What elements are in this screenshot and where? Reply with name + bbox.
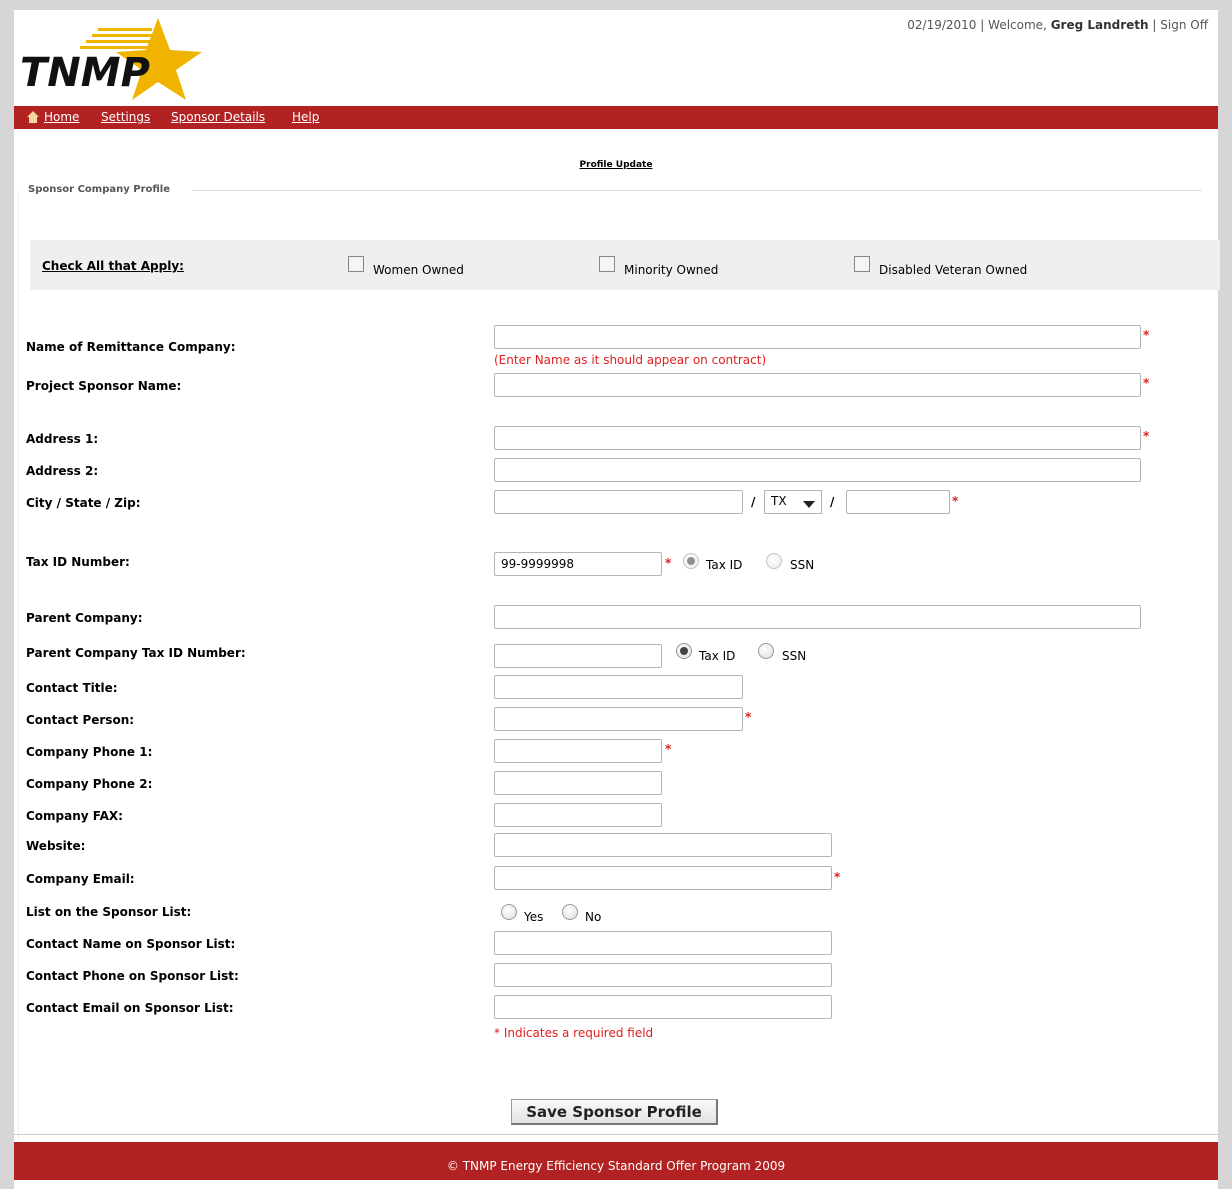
city-input[interactable] [494,490,743,514]
parent-company-input[interactable] [494,605,1141,629]
remittance-company-input[interactable] [494,325,1141,349]
tax-id-radio-ssn[interactable] [766,553,782,569]
required-marker: * [745,710,752,724]
required-marker: * [952,494,959,508]
tax-id-radio-taxid-label: Tax ID [706,558,743,572]
tax-id-label: Tax ID Number: [26,555,130,569]
fieldset-legend: Sponsor Company Profile [28,184,170,195]
phone1-input[interactable] [494,739,662,763]
project-sponsor-name-input[interactable] [494,373,1141,397]
contact-phone-list-input[interactable] [494,963,832,987]
tax-id-radio-taxid[interactable] [683,553,699,569]
address1-input[interactable] [494,426,1141,450]
svg-text:TNMP: TNMP [20,50,150,96]
contact-title-input[interactable] [494,675,743,699]
fieldset-border-left [18,190,19,1140]
city-state-zip-label: City / State / Zip: [26,496,141,510]
required-field-note: * Indicates a required field [494,1026,654,1040]
women-owned-label: Women Owned [373,263,464,277]
company-email-label: Company Email: [26,872,135,886]
page-container: TNMP 02/19/2010 | Welcome, Greg Landreth… [14,10,1220,1189]
separator: / [830,495,835,509]
zip-input[interactable] [846,490,950,514]
project-sponsor-name-label: Project Sponsor Name: [26,379,182,393]
contact-person-input[interactable] [494,707,743,731]
minority-owned-label: Minority Owned [624,263,719,277]
separator: / [751,495,756,509]
women-owned-checkbox[interactable] [348,256,364,272]
contact-person-label: Contact Person: [26,713,135,727]
required-marker: * [1143,376,1150,390]
nav-sponsor-details[interactable]: Sponsor Details [171,110,265,124]
company-email-input[interactable] [494,866,832,890]
current-date: 02/19/2010 [907,18,977,32]
fax-input[interactable] [494,803,662,827]
remittance-company-hint: (Enter Name as it should appear on contr… [494,353,767,367]
required-marker: * [665,556,672,570]
welcome-text: Welcome, [988,18,1047,32]
nav-help[interactable]: Help [292,110,319,124]
sign-off-link[interactable]: Sign Off [1160,18,1208,32]
required-marker: * [834,870,841,884]
list-on-sponsor-no-label: No [585,910,602,924]
user-info-bar: 02/19/2010 | Welcome, Greg Landreth | Si… [907,18,1208,32]
phone2-label: Company Phone 2: [26,777,153,791]
chevron-down-icon [803,501,815,508]
address2-label: Address 2: [26,464,99,478]
parent-company-label: Parent Company: [26,611,143,625]
list-on-sponsor-yes-label: Yes [524,910,544,924]
minority-owned-checkbox[interactable] [599,256,615,272]
tax-id-radio-ssn-label: SSN [790,558,815,572]
parent-tax-id-radio-ssn[interactable] [758,643,774,659]
nav-settings[interactable]: Settings [101,110,150,124]
parent-tax-id-label: Parent Company Tax ID Number: [26,646,246,660]
contact-name-list-input[interactable] [494,931,832,955]
footer-copyright: © TNMP Energy Efficiency Standard Offer … [446,1159,786,1173]
list-on-sponsor-yes-radio[interactable] [501,904,517,920]
contact-email-list-input[interactable] [494,995,832,1019]
tax-id-input[interactable] [494,552,662,576]
parent-tax-id-radio-taxid[interactable] [676,643,692,659]
user-name: Greg Landreth [1050,18,1149,32]
ownership-title: Check All that Apply: [42,259,184,273]
footer-divider [14,1134,1218,1135]
tnmp-logo: TNMP [18,16,204,100]
fax-label: Company FAX: [26,809,123,823]
required-marker: * [665,742,672,756]
contact-title-label: Contact Title: [26,681,118,695]
home-icon [26,110,40,127]
contact-name-list-label: Contact Name on Sponsor List: [26,937,236,951]
state-selected-value: TX [771,494,787,508]
separator: | [980,18,985,32]
phone2-input[interactable] [494,771,662,795]
remittance-company-label: Name of Remittance Company: [26,340,236,354]
disabled-veteran-owned-label: Disabled Veteran Owned [879,263,1028,277]
save-sponsor-profile-button[interactable]: Save Sponsor Profile [511,1099,718,1125]
main-nav-bar: Home Settings Sponsor Details Help [14,106,1218,129]
separator: | [1152,18,1157,32]
required-marker: * [1143,328,1150,342]
footer-bar: © TNMP Energy Efficiency Standard Offer … [14,1142,1218,1180]
fieldset-border [192,190,1202,191]
parent-tax-id-input[interactable] [494,644,662,668]
disabled-veteran-owned-checkbox[interactable] [854,256,870,272]
parent-tax-id-radio-taxid-label: Tax ID [699,649,736,663]
nav-home[interactable]: Home [44,110,79,124]
website-input[interactable] [494,833,832,857]
page-title: Profile Update [579,160,653,170]
address1-label: Address 1: [26,432,99,446]
phone1-label: Company Phone 1: [26,745,153,759]
contact-email-list-label: Contact Email on Sponsor List: [26,1001,234,1015]
parent-tax-id-radio-ssn-label: SSN [782,649,807,663]
website-label: Website: [26,839,86,853]
contact-phone-list-label: Contact Phone on Sponsor List: [26,969,239,983]
state-select[interactable]: TX [764,490,822,514]
list-on-sponsor-label: List on the Sponsor List: [26,905,192,919]
list-on-sponsor-no-radio[interactable] [562,904,578,920]
logo-star-icon: TNMP [20,18,202,100]
address2-input[interactable] [494,458,1141,482]
required-marker: * [1143,429,1150,443]
